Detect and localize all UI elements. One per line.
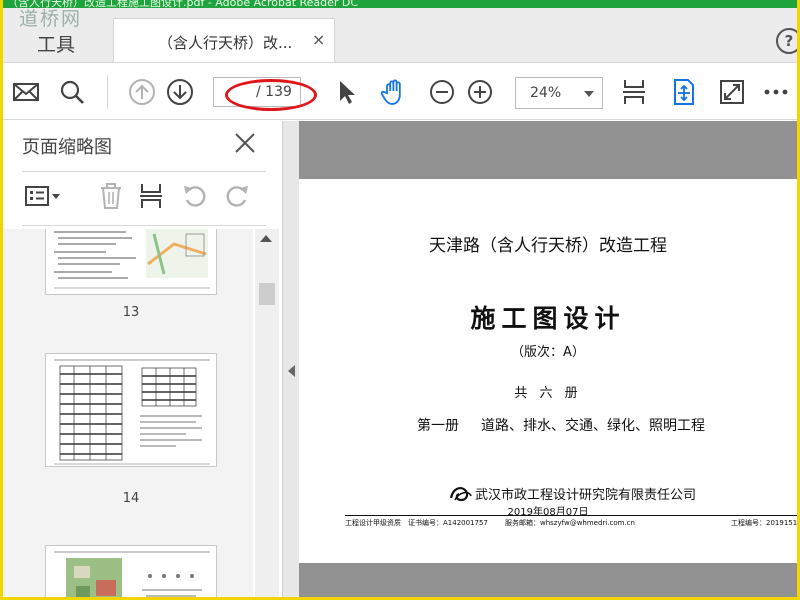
document-main-title: 施工图设计 — [470, 304, 626, 333]
panel-divider — [22, 171, 266, 172]
thumbnail-list: 13 14 — [3, 229, 253, 597]
mail-icon — [13, 83, 39, 101]
panel-title: 页面缩略图 — [22, 137, 112, 158]
document-footer-email: 服务邮箱：whszyfw@whmedri.com.cn — [505, 519, 635, 527]
email-button[interactable] — [9, 75, 43, 109]
cursor-arrow-icon — [340, 81, 355, 104]
document-volume-line: 第一册 道路、排水、交通、绿化、照明工程 — [417, 415, 705, 435]
more-dots-icon — [764, 89, 788, 95]
company-logo-icon — [449, 487, 472, 502]
fit-width-button[interactable] — [667, 75, 701, 109]
search-button[interactable] — [55, 75, 89, 109]
tab-close-icon[interactable]: × — [312, 30, 325, 49]
thumbnail-label: 13 — [122, 305, 140, 320]
full-screen-button[interactable] — [715, 75, 749, 109]
delete-page-button[interactable] — [95, 179, 127, 213]
page-break-icon — [140, 184, 162, 208]
minus-circle-icon — [430, 80, 454, 104]
tab-document-label: （含人行天桥）改... — [158, 34, 293, 52]
document-footer-rule — [345, 515, 797, 516]
zoom-dropdown[interactable]: 24% — [515, 77, 603, 109]
expand-icon — [720, 80, 744, 104]
zoom-value: 24% — [530, 85, 562, 101]
fit-page-button[interactable] — [617, 75, 651, 109]
thumbnail-label: 14 — [122, 491, 140, 506]
fit-page-icon — [623, 80, 645, 104]
panel-collapse-handle[interactable] — [283, 121, 299, 597]
document-organization: 武汉市政工程设计研究院有限责任公司 — [475, 488, 697, 503]
chevron-left-icon — [288, 365, 295, 377]
tab-document[interactable]: （含人行天桥）改... × — [113, 18, 335, 62]
page-preview — [54, 229, 210, 289]
app-window: （含人行天桥）改造工程施工图设计.pdf - Adobe Acrobat Rea… — [3, 0, 797, 597]
tab-bar: （含人行天桥）改造工程施工图设计.pdf - Adobe Acrobat Rea… — [3, 0, 797, 62]
scroll-mode-icon — [674, 79, 694, 105]
document-version: （版次：A） — [511, 345, 585, 360]
rotate-right-button[interactable] — [221, 179, 253, 213]
trash-icon — [101, 183, 121, 209]
zoom-in-button[interactable] — [463, 75, 497, 109]
plus-circle-icon — [468, 80, 492, 104]
thumbnail-page-15[interactable] — [45, 545, 217, 597]
hand-tool-button[interactable] — [377, 75, 411, 109]
next-page-button[interactable] — [163, 75, 197, 109]
page-preview — [54, 359, 210, 465]
document-footer-number: 工程编号：2019151 — [731, 519, 797, 527]
scroll-up-icon[interactable] — [260, 235, 272, 242]
title-bar: （含人行天桥）改造工程施工图设计.pdf - Adobe Acrobat Rea… — [3, 0, 797, 9]
hand-icon — [380, 79, 401, 105]
select-tool-button[interactable] — [329, 75, 363, 109]
thumbnails-panel: 页面缩略图 13 14 — [3, 121, 283, 597]
scroll-thumb[interactable] — [259, 283, 275, 305]
insert-page-button[interactable] — [135, 179, 167, 213]
rotate-ccw-icon — [184, 186, 206, 207]
thumbnail-scrollbar[interactable] — [255, 229, 279, 597]
document-project-title: 天津路（含人行天桥）改造工程 — [429, 236, 667, 256]
main-toolbar: / 139 24% — [3, 62, 797, 120]
search-icon — [60, 80, 84, 104]
toolbar-separator — [107, 75, 108, 109]
arrow-up-circle-icon — [129, 79, 155, 105]
panel-divider — [22, 225, 266, 226]
document-volumes: 共 六 册 — [514, 386, 582, 401]
help-button[interactable]: ? — [776, 28, 797, 54]
document-page: 天津路（含人行天桥）改造工程 施工图设计 （版次：A） 共 六 册 第一册 道路、… — [299, 179, 797, 563]
arrow-down-circle-icon — [167, 79, 193, 105]
thumbnail-page-14[interactable] — [45, 353, 217, 467]
thumbnail-page-13[interactable] — [45, 229, 217, 295]
page-preview — [54, 551, 210, 597]
tab-tools[interactable]: 工具 — [3, 18, 113, 62]
close-icon — [235, 133, 255, 153]
thumbnail-options-button[interactable] — [23, 179, 67, 213]
more-tools-button[interactable] — [759, 75, 793, 109]
rotate-left-button[interactable] — [179, 179, 211, 213]
list-options-icon — [25, 186, 60, 206]
volume-number: 第一册 — [417, 418, 459, 434]
rotate-cw-icon — [226, 186, 248, 207]
annotation-oval — [225, 79, 317, 111]
zoom-out-button[interactable] — [425, 75, 459, 109]
tab-tools-label: 工具 — [37, 34, 76, 56]
document-view[interactable]: 天津路（含人行天桥）改造工程 施工图设计 （版次：A） 共 六 册 第一册 道路、… — [299, 121, 797, 597]
panel-close-button[interactable] — [231, 129, 259, 157]
chevron-down-icon — [584, 91, 594, 97]
volume-name: 道路、排水、交通、绿化、照明工程 — [481, 418, 705, 434]
previous-page-button[interactable] — [125, 75, 159, 109]
document-footer-cert: 工程设计甲级资质 证书编号：A142001757 — [345, 519, 488, 527]
